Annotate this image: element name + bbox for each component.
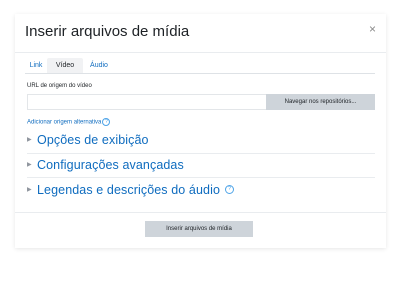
section-label: Opções de exibição — [37, 132, 149, 147]
help-icon[interactable]: ? — [225, 185, 234, 195]
media-dialog: Inserir arquivos de mídia × Link Vídeo Á… — [15, 14, 386, 248]
dialog-title: Inserir arquivos de mídia — [25, 23, 190, 40]
tab-video[interactable]: Vídeo — [47, 58, 83, 73]
section-advanced-settings[interactable]: ▶ Configurações avançadas — [27, 156, 184, 172]
chevron-right-icon: ▶ — [27, 187, 32, 194]
chevron-right-icon: ▶ — [27, 162, 32, 169]
tab-link[interactable]: Link — [25, 58, 47, 73]
help-icon[interactable]: ? — [102, 118, 111, 126]
section-captions-audio-descriptions[interactable]: ▶ Legendas e descrições do áudio? — [27, 181, 234, 197]
chevron-right-icon: ▶ — [27, 137, 32, 144]
dialog-header: Inserir arquivos de mídia × — [15, 14, 386, 53]
section-display-options[interactable]: ▶ Opções de exibição — [27, 131, 149, 147]
browse-repositories-button[interactable]: Navegar nos repositórios... — [266, 94, 375, 110]
insert-media-button[interactable]: Inserir arquivos de mídia — [145, 221, 253, 237]
tab-audio[interactable]: Áudio — [86, 58, 112, 73]
footer-divider — [15, 212, 386, 213]
source-url-input[interactable] — [27, 94, 269, 110]
add-alternative-source-link[interactable]: Adicionar origem alternativa? — [27, 118, 111, 126]
close-icon[interactable]: × — [369, 22, 376, 36]
add-alternative-source-label: Adicionar origem alternativa — [27, 119, 102, 126]
section-label: Legendas e descrições do áudio — [37, 182, 220, 197]
section-label: Configurações avançadas — [37, 157, 184, 172]
section-divider — [27, 153, 375, 154]
section-divider — [27, 177, 375, 178]
source-url-row: Navegar nos repositórios... — [27, 94, 375, 110]
source-url-label: URL de origem do vídeo — [27, 83, 92, 89]
tabs-divider — [25, 73, 375, 74]
